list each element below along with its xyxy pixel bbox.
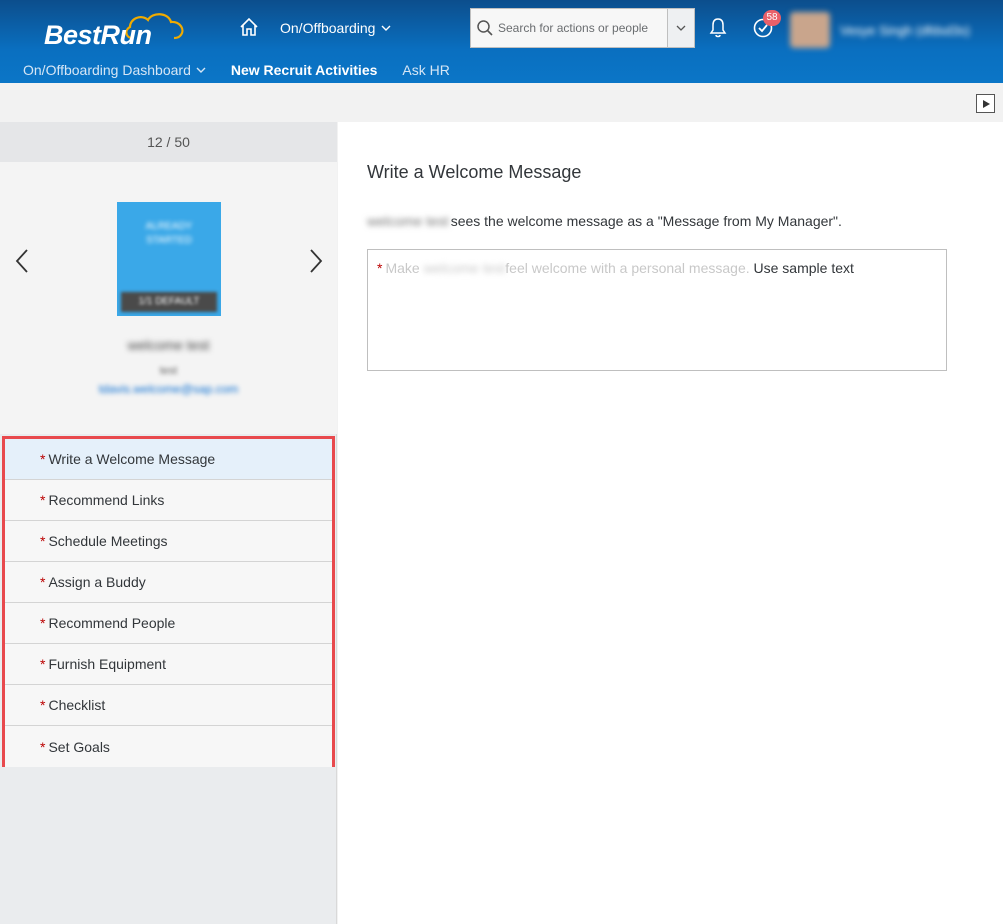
chevron-down-icon [196, 67, 206, 73]
required-marker: * [40, 738, 46, 755]
todo-badge: 58 [763, 10, 781, 26]
task-recommend-people[interactable]: * Recommend People [5, 603, 332, 644]
new-hire-name: welcome test [127, 337, 210, 353]
task-label: Set Goals [48, 738, 110, 755]
task-label: Furnish Equipment [48, 656, 166, 672]
subnav-new-recruit-activities[interactable]: New Recruit Activities [231, 62, 378, 78]
message-placeholder-name: welcome test [423, 260, 506, 276]
chevron-down-icon [676, 25, 686, 31]
new-hire-counter: 12 / 50 [0, 122, 337, 162]
welcome-message-textarea[interactable]: * Make welcome testfeel welcome with a pe… [367, 249, 947, 371]
task-label: Schedule Meetings [48, 533, 168, 549]
task-furnish-equipment[interactable]: * Furnish Equipment [5, 644, 332, 685]
subnav-new-recruit-label: New Recruit Activities [230, 62, 378, 78]
chevron-right-icon[interactable] [309, 248, 323, 274]
sub-navigation: On/Offboarding Dashboard New Recruit Act… [23, 61, 475, 79]
required-marker: * [40, 615, 46, 631]
task-label: Assign a Buddy [48, 574, 146, 590]
task-label: Write a Welcome Message [48, 451, 216, 467]
chevron-down-icon [381, 25, 391, 31]
task-label: Checklist [48, 697, 106, 713]
search-placeholder: Search for actions or people [498, 21, 649, 35]
subnav-ask-hr-label: Ask HR [402, 62, 450, 78]
shell-header: BestRun On/Offboarding On/Offboarding Da… [0, 0, 1003, 83]
required-marker: * [40, 697, 46, 713]
required-marker: * [40, 451, 46, 467]
search-scope-dropdown[interactable] [667, 9, 694, 47]
photo-tag: 1/1 DEFAULT [121, 292, 217, 312]
search-icon [477, 20, 493, 36]
subnav-dashboard-label: On/Offboarding Dashboard [23, 62, 191, 78]
logo-text: BestRun [44, 20, 152, 50]
subnav-dashboard[interactable]: On/Offboarding Dashboard [23, 62, 206, 78]
module-menu[interactable]: On/Offboarding [280, 20, 391, 36]
subnav-ask-hr[interactable]: Ask HR [402, 62, 449, 78]
welcome-description: welcome test sees the welcome message as… [367, 213, 842, 229]
toolbar-strip [0, 83, 1003, 122]
description-recipient: welcome test [367, 213, 449, 229]
play-icon[interactable] [976, 94, 995, 113]
new-hire-profile: ALREADY STARTED 1/1 DEFAULT welcome test… [0, 162, 337, 434]
new-hire-title: test [159, 365, 178, 377]
activity-list: * Write a Welcome Message * Recommend Link… [2, 436, 335, 767]
task-set-goals[interactable]: * Set Goals [5, 726, 332, 767]
message-placeholder-suffix: feel welcome with a personal message. [505, 260, 750, 276]
task-label: Recommend People [48, 615, 176, 631]
chevron-left-icon[interactable] [15, 248, 29, 274]
photo-label: ALREADY STARTED [145, 221, 193, 246]
avatar [790, 12, 830, 48]
description-text: sees the welcome message as a "Message f… [450, 213, 842, 229]
required-marker: * [40, 656, 46, 672]
user-name: Vesye Singh (dfdsd3s) [840, 22, 971, 38]
search-field[interactable]: Search for actions or people [470, 8, 695, 48]
message-placeholder-prefix: Make [385, 260, 420, 276]
task-recommend-links[interactable]: * Recommend Links [5, 480, 332, 521]
page-title: Write a Welcome Message [367, 162, 582, 182]
new-hire-panel: 12 / 50 ALREADY STARTED 1/1 DEFAULT welc… [0, 122, 337, 924]
required-marker: * [40, 533, 46, 549]
new-hire-email-link[interactable]: tdavis.welcome@sap.com [0, 382, 337, 396]
required-marker: * [40, 492, 46, 508]
home-icon[interactable] [239, 17, 259, 37]
task-checklist[interactable]: * Checklist [5, 685, 332, 726]
task-schedule-meetings[interactable]: * Schedule Meetings [5, 521, 332, 562]
required-marker: * [377, 260, 383, 276]
activity-detail: Write a Welcome Message welcome test see… [338, 122, 1003, 924]
required-marker: * [40, 574, 46, 590]
new-hire-photo: ALREADY STARTED 1/1 DEFAULT [117, 202, 221, 316]
task-assign-buddy[interactable]: * Assign a Buddy [5, 562, 332, 603]
bestrun-logo[interactable]: BestRun [40, 8, 190, 52]
task-write-welcome-message[interactable]: * Write a Welcome Message [5, 439, 332, 480]
module-menu-label: On/Offboarding [280, 20, 376, 36]
notifications-bell-icon[interactable] [708, 17, 728, 39]
use-sample-text-link[interactable]: Use sample text [754, 260, 854, 276]
user-menu[interactable]: Vesye Singh (dfdsd3s) [790, 12, 970, 48]
task-label: Recommend Links [48, 492, 165, 508]
